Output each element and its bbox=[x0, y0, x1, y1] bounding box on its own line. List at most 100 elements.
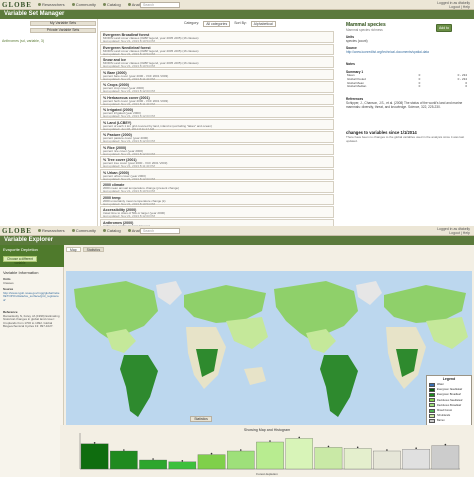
set-sidebar: My Variable Sets Private Variable Sets A… bbox=[0, 19, 98, 226]
login-links[interactable]: Logout | Help bbox=[437, 5, 470, 9]
selected-set[interactable]: Anthromes (sd, variable, 3) bbox=[2, 39, 44, 43]
variable-list-item[interactable]: % Urban (2000) percent urban cover (year … bbox=[100, 168, 334, 181]
legend-label: Water bbox=[437, 383, 444, 387]
histogram-bar[interactable] bbox=[402, 449, 430, 470]
histogram-bar[interactable] bbox=[168, 461, 197, 470]
notes-block: Notes bbox=[346, 62, 468, 66]
units-block: Units Classes bbox=[3, 277, 61, 285]
legend-label: Evergreen Broadleaf bbox=[437, 393, 461, 397]
histogram-bar[interactable] bbox=[373, 450, 401, 470]
legend-item: Barren bbox=[429, 418, 469, 423]
changes-text: There have been no changes to the global… bbox=[346, 135, 465, 143]
search-input[interactable]: Search bbox=[140, 228, 180, 234]
histogram-point bbox=[386, 449, 388, 451]
nav-label: Researchers bbox=[42, 228, 65, 233]
variable-list-item[interactable]: Accessibility (2000) travel time to citie… bbox=[100, 206, 334, 218]
variable-information-heading: Variable Information bbox=[3, 270, 39, 275]
source-link[interactable]: http://www.iucnredlist.org/technical-doc… bbox=[346, 50, 468, 54]
legend-swatch bbox=[429, 387, 435, 392]
community-icon bbox=[71, 3, 75, 6]
nav-community[interactable]: Community bbox=[71, 2, 96, 7]
globe-logo[interactable]: GLOBE bbox=[2, 227, 32, 235]
summary-cell: Global Median bbox=[347, 84, 367, 89]
units-value: Classes bbox=[3, 280, 14, 285]
variable-list-item[interactable]: % Irrigated (2000) percent irrigated (yea… bbox=[100, 106, 334, 118]
source-link[interactable]: http://www.ngdc.noaa.gov/mgg/global/reli… bbox=[3, 291, 61, 303]
histogram-bar[interactable] bbox=[227, 450, 255, 470]
units-block: Units species (count) bbox=[346, 35, 468, 43]
page-title: Variable Explorer bbox=[4, 237, 54, 243]
variable-list-item[interactable]: % Crops (2000) percent crop cover (year 2… bbox=[100, 81, 334, 93]
legend-rows: Water Evergreen Needleleaf Evergreen Broad… bbox=[429, 382, 469, 424]
nav-researchers[interactable]: Researchers bbox=[38, 2, 65, 7]
variable-list-item[interactable]: % Tree cover (2001) percent tree cover (y… bbox=[100, 156, 334, 168]
variable-list-item[interactable]: % Bare (2000) percent bare cover (year 20… bbox=[100, 68, 334, 81]
search-input[interactable]: Search bbox=[140, 2, 180, 8]
sort-select[interactable]: Alphabetical bbox=[250, 21, 276, 27]
legend-label: Deciduous Needleleaf bbox=[437, 398, 463, 402]
histogram-bar[interactable] bbox=[314, 447, 343, 470]
variable-list-item[interactable]: Evergreen Needleleaf forest MODIS Land co… bbox=[100, 43, 334, 56]
variable-list-item[interactable]: % Pasture (2000) percent pasture cover (y… bbox=[100, 131, 334, 143]
nav-label: Community bbox=[75, 228, 96, 233]
histogram-bar[interactable] bbox=[139, 459, 167, 470]
histogram-bar[interactable] bbox=[80, 443, 109, 470]
legend-swatch bbox=[429, 418, 435, 423]
histogram-bar[interactable] bbox=[110, 450, 138, 470]
variable-list-item[interactable]: 2000 temp 2000 uncertainty mean temperatu… bbox=[100, 193, 334, 206]
nav-researchers[interactable]: Researchers bbox=[38, 228, 65, 233]
variable-list-item[interactable]: 2000 climate 2000 mean annual temperature… bbox=[100, 181, 334, 193]
legend-swatch bbox=[429, 392, 435, 397]
category-select[interactable]: All categories bbox=[203, 21, 231, 27]
choose-variable-button[interactable]: Choose a different variable bbox=[3, 256, 37, 265]
catalog-icon bbox=[102, 3, 106, 6]
histogram-bar[interactable] bbox=[285, 438, 313, 470]
private-variable-sets-button[interactable]: Private Variable Sets bbox=[30, 28, 96, 33]
legend-label: Mixed Forest bbox=[437, 409, 452, 413]
variable-list-item[interactable]: % Rice (2000) percent rice cover (year 20… bbox=[100, 143, 334, 156]
variable-list-item[interactable]: % Herbaceous cover (2001) percent herb co… bbox=[100, 93, 334, 106]
histogram-bar[interactable] bbox=[197, 454, 226, 470]
tab-statistics[interactable]: Statistics bbox=[82, 247, 105, 252]
nav-community[interactable]: Community bbox=[71, 228, 96, 233]
legend-swatch bbox=[429, 413, 435, 418]
histogram-chart: Showing Map and Histogram Forest depletio… bbox=[60, 425, 474, 477]
histogram-point bbox=[210, 452, 213, 455]
my-variable-sets-button[interactable]: My Variable Sets bbox=[30, 21, 96, 26]
histogram-bar[interactable] bbox=[431, 445, 460, 470]
nav-label: Researchers bbox=[42, 2, 65, 7]
statistics-toggle[interactable]: Statistics bbox=[190, 416, 212, 422]
world-map[interactable] bbox=[66, 271, 472, 431]
nav-catalog[interactable]: Catalog bbox=[102, 228, 121, 233]
legend-swatch bbox=[429, 403, 435, 408]
variable-list-item[interactable]: % Land (LCBEY) percent of each 1 km grid … bbox=[100, 118, 334, 131]
legend-swatch bbox=[429, 408, 435, 413]
login-links[interactable]: Logout | Help bbox=[437, 231, 470, 235]
nav-label: Catalog bbox=[106, 2, 121, 7]
summary-cell: 0 bbox=[465, 84, 467, 89]
page-title: Variable Set Manager bbox=[4, 11, 65, 17]
variable-list-item[interactable]: Evergreen Broadleaf forest MODIS Land cov… bbox=[100, 31, 334, 43]
sort-label: Sort By: bbox=[234, 21, 247, 25]
variable-list-item[interactable]: Anthromes (2000) Anthromes (anthropogenic… bbox=[100, 218, 334, 226]
community-icon bbox=[71, 229, 75, 232]
catalog-icon bbox=[102, 229, 106, 232]
histogram-bar[interactable] bbox=[343, 448, 372, 470]
histogram-bar[interactable] bbox=[256, 441, 284, 470]
globe-logo[interactable]: GLOBE bbox=[2, 1, 32, 9]
nav-catalog[interactable]: Catalog bbox=[102, 2, 121, 7]
analysis-icon bbox=[127, 3, 131, 6]
filter-row: Category: All categories Sort By: Alphab… bbox=[184, 21, 276, 27]
add-to-set-button[interactable]: Add to Set bbox=[436, 24, 452, 36]
variable-info-sidebar: Evaporite Depletion Choose a different v… bbox=[0, 245, 64, 477]
view-tabs: Map Statistics bbox=[66, 247, 105, 252]
summary-table: Mean 0 0 - 234 Global Pooled 0 0 - 234 Globa… bbox=[346, 73, 468, 89]
variable-list-item[interactable]: Snow and Ice MODIS Land cover classes (IG… bbox=[100, 56, 334, 68]
current-variable-box: Evaporite Depletion Choose a different v… bbox=[0, 245, 64, 267]
page-title-bar: Variable Explorer bbox=[0, 236, 474, 245]
legend-swatch bbox=[429, 382, 435, 387]
histogram-point bbox=[239, 449, 242, 451]
variable-list: Evergreen Broadleaf forest MODIS Land cov… bbox=[100, 31, 334, 226]
category-label: Category: bbox=[184, 21, 200, 25]
tab-map[interactable]: Map bbox=[66, 247, 81, 252]
